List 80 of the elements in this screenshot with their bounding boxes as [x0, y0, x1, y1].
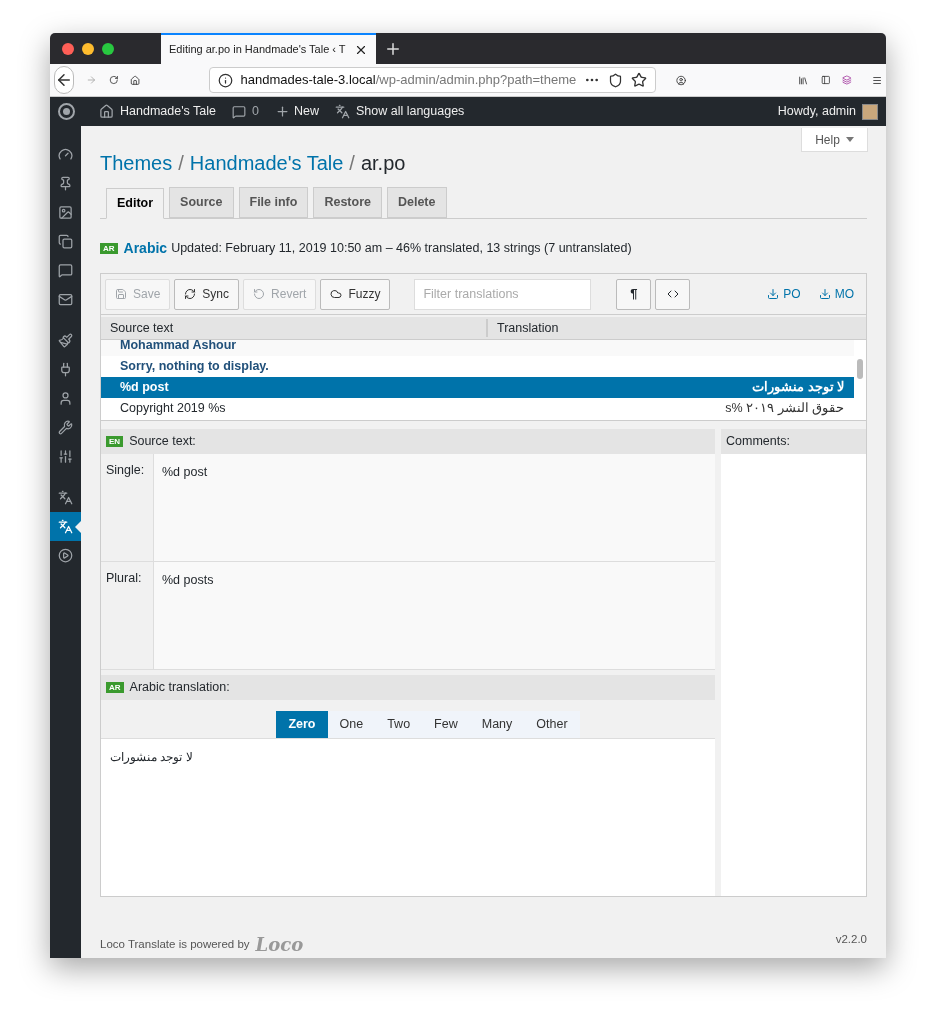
help-button[interactable]: Help: [801, 128, 868, 152]
plural-tab[interactable]: Few: [422, 711, 470, 738]
breadcrumb-link[interactable]: Themes: [100, 148, 173, 178]
back-button[interactable]: [54, 66, 74, 94]
plural-tab[interactable]: Two: [375, 711, 423, 738]
plural-tab[interactable]: Many: [469, 711, 525, 738]
column-header[interactable]: Translation: [488, 318, 568, 338]
maximize-window-icon[interactable]: [102, 42, 114, 55]
dashboard-icon: [58, 147, 73, 162]
invisibles-button[interactable]: ¶: [616, 278, 652, 310]
sync-button[interactable]: Sync: [174, 278, 240, 310]
source-text-box: %d post: [154, 454, 715, 561]
breadcrumb-separator: /: [178, 151, 184, 176]
tab[interactable]: Restore: [313, 187, 382, 218]
user-icon: [58, 391, 73, 406]
fuzzy-button[interactable]: Fuzzy: [320, 278, 391, 310]
bookmark-star-icon[interactable]: [631, 72, 648, 88]
pane-label: Comments:: [726, 433, 790, 451]
wrench-icon: [58, 420, 73, 435]
cloud-icon: [330, 288, 343, 300]
comment-count[interactable]: 0: [251, 102, 259, 121]
comment-icon: [58, 263, 73, 278]
tab[interactable]: Source: [169, 187, 234, 218]
download-icon: [818, 288, 831, 300]
filter-field[interactable]: Filter translations: [414, 278, 592, 310]
status-text: Updated: February 11, 2019 10:50 am – 46% translated, 13 strings (7 untranslated): [171, 240, 632, 258]
plus-icon: [274, 104, 290, 119]
download-icon: [767, 288, 780, 300]
tab[interactable]: File info: [238, 187, 309, 218]
translate-icon: [334, 104, 350, 119]
plural-tab[interactable]: One: [327, 711, 376, 738]
locale-badge: EN: [106, 436, 124, 447]
tab[interactable]: Delete: [386, 187, 447, 218]
address-bar[interactable]: handmades-tale-3.local/wp-admin/admin.php?path=theme: [208, 67, 657, 93]
plural-tab[interactable]: Other: [524, 711, 580, 738]
pane-label: Arabic translation:: [129, 679, 230, 697]
revert-icon: [253, 288, 266, 300]
sliders-icon: [58, 449, 73, 464]
plug-icon: [58, 362, 73, 377]
table-row[interactable]: Mohammad Ashour: [101, 340, 854, 356]
mail-icon: [58, 292, 73, 307]
pages-icon: [58, 234, 73, 249]
languages-link[interactable]: Show all languages: [355, 102, 465, 121]
info-icon: [217, 72, 233, 88]
download-link[interactable]: MO: [818, 285, 854, 303]
home-icon: [99, 104, 114, 119]
caret-icon: [845, 137, 854, 142]
translate-icon: [58, 490, 73, 505]
tab[interactable]: Editor: [106, 188, 165, 219]
menu-item[interactable]: [50, 512, 81, 541]
site-name-link[interactable]: Handmade's Tale: [120, 102, 216, 121]
translate-icon: [58, 519, 73, 534]
source-text-box: %d posts: [154, 562, 715, 669]
browser-tab[interactable]: Editing ar.po in Handmade's Tale ‹ T: [161, 33, 376, 64]
greeting-link[interactable]: Howdy, admin: [777, 102, 856, 121]
comment-icon: [231, 104, 246, 119]
version-text: v2.2.0: [835, 931, 867, 947]
translation-field[interactable]: لا توجد منشورات: [101, 738, 715, 896]
column-header[interactable]: Source text: [101, 318, 488, 338]
media-icon: [58, 205, 73, 220]
locale-badge: AR: [106, 682, 124, 693]
plural-tab[interactable]: Zero: [276, 711, 328, 738]
breadcrumb-link[interactable]: Handmade's Tale: [189, 148, 344, 178]
sync-icon: [184, 288, 197, 300]
file-name: ar.po: [360, 151, 406, 176]
new-link[interactable]: New: [293, 102, 319, 121]
locale-badge: AR: [100, 243, 118, 254]
save-icon: [115, 288, 127, 300]
pane-label: Source text:: [129, 433, 196, 451]
code-icon: [666, 288, 679, 300]
minimize-window-icon[interactable]: [82, 42, 94, 55]
close-window-icon[interactable]: [62, 42, 74, 55]
download-link[interactable]: PO: [767, 285, 801, 303]
footer-text: Loco Translate is powered by: [100, 936, 250, 952]
pin-icon: [58, 176, 73, 191]
play-icon: [58, 548, 73, 563]
breadcrumb-separator: /: [349, 151, 355, 176]
avatar[interactable]: [862, 103, 878, 120]
paintbrush-icon: [58, 333, 73, 348]
language-link[interactable]: Arabic: [123, 238, 168, 259]
